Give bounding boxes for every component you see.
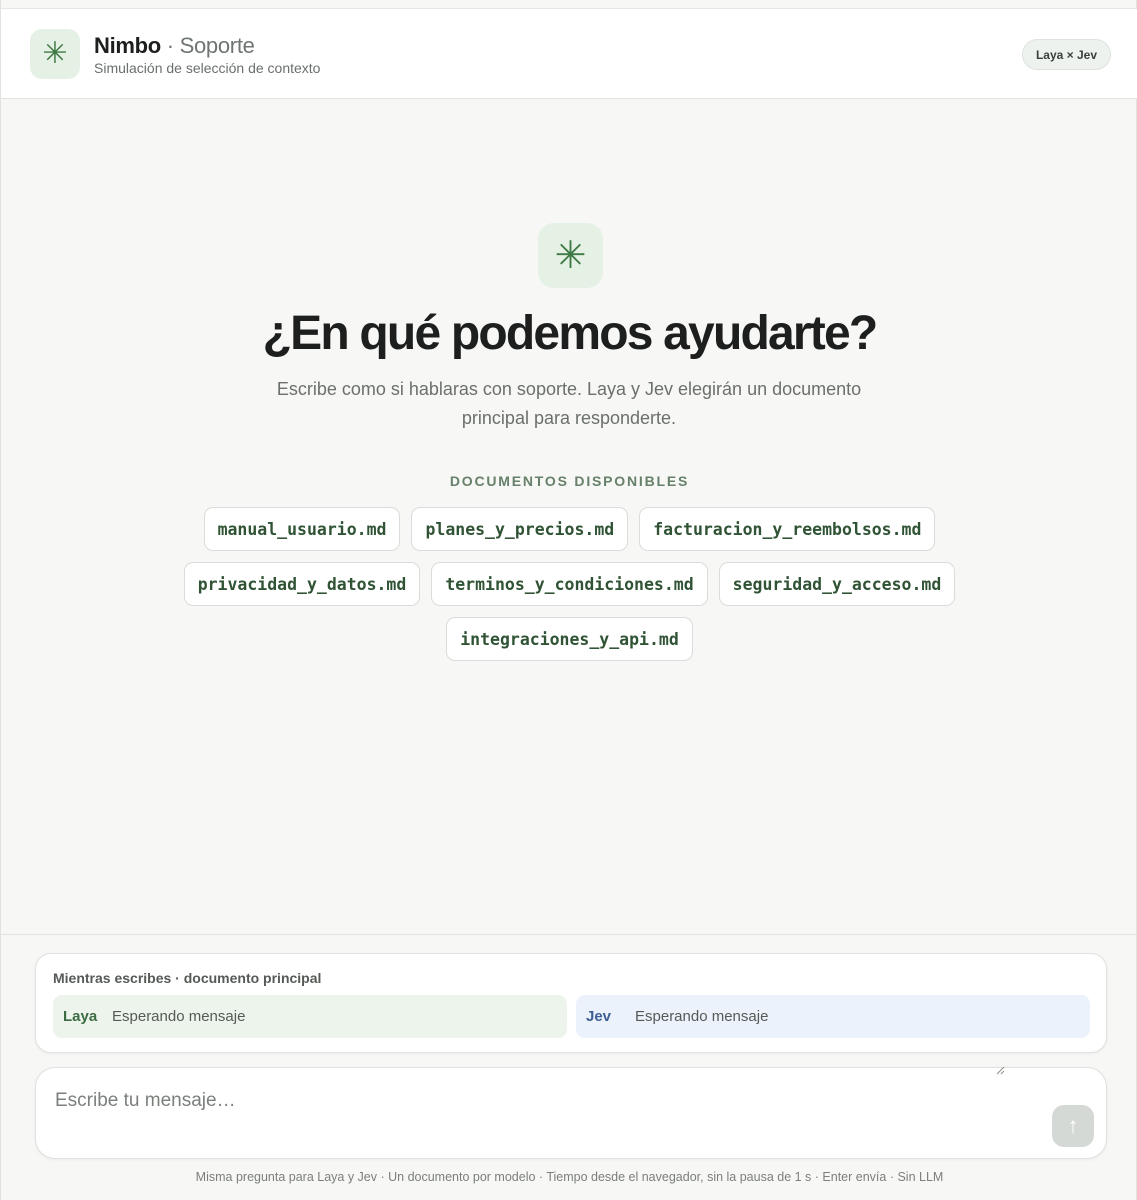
laya-status-box: Laya Esperando mensaje [53, 995, 567, 1038]
jev-status: Esperando mensaje [635, 1008, 769, 1025]
brand-subtitle: Simulación de selección de contexto [94, 60, 321, 76]
document-chip[interactable]: facturacion_y_reembolsos.md [639, 507, 936, 551]
brand-logo: ✳ [30, 29, 80, 79]
app-frame: ✳ Nimbo · Soporte Simulación de selecció… [0, 0, 1137, 1200]
document-chip[interactable]: planes_y_precios.md [411, 507, 629, 551]
brand-separator: · [160, 33, 180, 58]
brand-name: Nimbo [94, 33, 161, 58]
asterisk-icon: ✳ [554, 234, 587, 277]
hero-logo: ✳ [538, 223, 603, 288]
document-chip[interactable]: privacidad_y_datos.md [183, 562, 421, 606]
document-chip[interactable]: manual_usuario.md [203, 507, 401, 551]
arrow-up-icon: ↑ [1067, 1113, 1079, 1138]
asterisk-icon: ✳ [42, 37, 68, 70]
typing-panel-title: Mientras escribes · documento principal [53, 970, 322, 986]
laya-status: Esperando mensaje [112, 1008, 246, 1025]
send-button[interactable]: ↑ [1052, 1105, 1094, 1147]
document-chip[interactable]: seguridad_y_acceso.md [718, 562, 956, 606]
laya-name: Laya [63, 1008, 98, 1025]
message-composer: ↑ [35, 1067, 1107, 1159]
hero-title: ¿En qué podemos ayudarte? [262, 307, 879, 360]
hero-subtitle: Escribe como si hablaras con soporte. La… [276, 379, 862, 428]
jev-name: Jev [586, 1008, 612, 1025]
bottom-divider [1, 934, 1137, 935]
document-chip[interactable]: terminos_y_condiciones.md [431, 562, 708, 606]
brand-section: Soporte [179, 33, 255, 58]
footer-note: Misma pregunta para Laya y Jev · Un docu… [195, 1170, 944, 1184]
documents-heading: DOCUMENTOS DISPONIBLES [449, 473, 690, 489]
brand-title: Nimbo · Soporte [94, 33, 255, 59]
resize-grip-icon[interactable] [995, 1065, 1005, 1075]
typing-panel: Mientras escribes · documento principal … [35, 953, 1107, 1053]
app-header: ✳ Nimbo · Soporte Simulación de selecció… [1, 8, 1137, 99]
message-input[interactable] [55, 1090, 1040, 1146]
document-chip[interactable]: integraciones_y_api.md [446, 617, 693, 661]
documents-list: manual_usuario.md planes_y_precios.md fa… [161, 507, 978, 661]
jev-status-box: Jev Esperando mensaje [576, 995, 1090, 1038]
pair-badge: Laya × Jev [1021, 39, 1111, 70]
